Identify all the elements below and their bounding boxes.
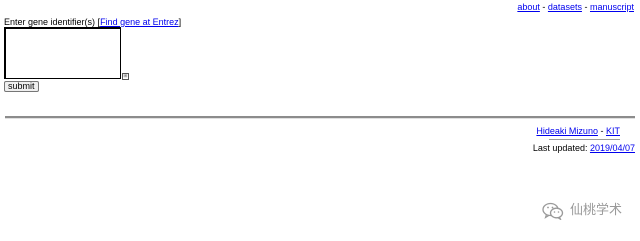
- author-link[interactable]: Hideaki Mizuno: [536, 126, 598, 136]
- gene-input-label-text: Enter gene identifier(s): [4, 17, 98, 27]
- watermark-text: 仙桃学术: [569, 203, 622, 218]
- nav-separator: -: [542, 2, 546, 12]
- submit-button[interactable]: submit: [4, 81, 39, 92]
- find-gene-entrez-link[interactable]: Find gene at Entrez: [100, 17, 179, 27]
- bracket-close: ]: [178, 17, 182, 27]
- last-updated: Last updated: 2019/04/07: [533, 143, 635, 154]
- horizontal-divider: [5, 116, 635, 119]
- watermark: 仙桃学术: [542, 202, 622, 220]
- gene-identifier-textarea[interactable]: [4, 27, 121, 79]
- about-link[interactable]: about: [517, 2, 540, 12]
- last-updated-label: Last updated:: [532, 143, 590, 153]
- datasets-link[interactable]: datasets: [548, 2, 582, 12]
- nav-separator: -: [584, 2, 588, 12]
- wechat-icon: [542, 202, 564, 220]
- last-updated-date-link[interactable]: 2019/04/07: [590, 143, 635, 153]
- textarea-resize-icon[interactable]: ⊞: [122, 73, 129, 80]
- top-nav: about - datasets - manuscript: [517, 2, 634, 13]
- credit-separator: -: [600, 126, 604, 136]
- author-credit: Hideaki Mizuno - KIT: [536, 126, 620, 137]
- manuscript-link[interactable]: manuscript: [590, 2, 634, 12]
- credit-divider: [549, 139, 620, 140]
- kit-link[interactable]: KIT: [606, 126, 620, 136]
